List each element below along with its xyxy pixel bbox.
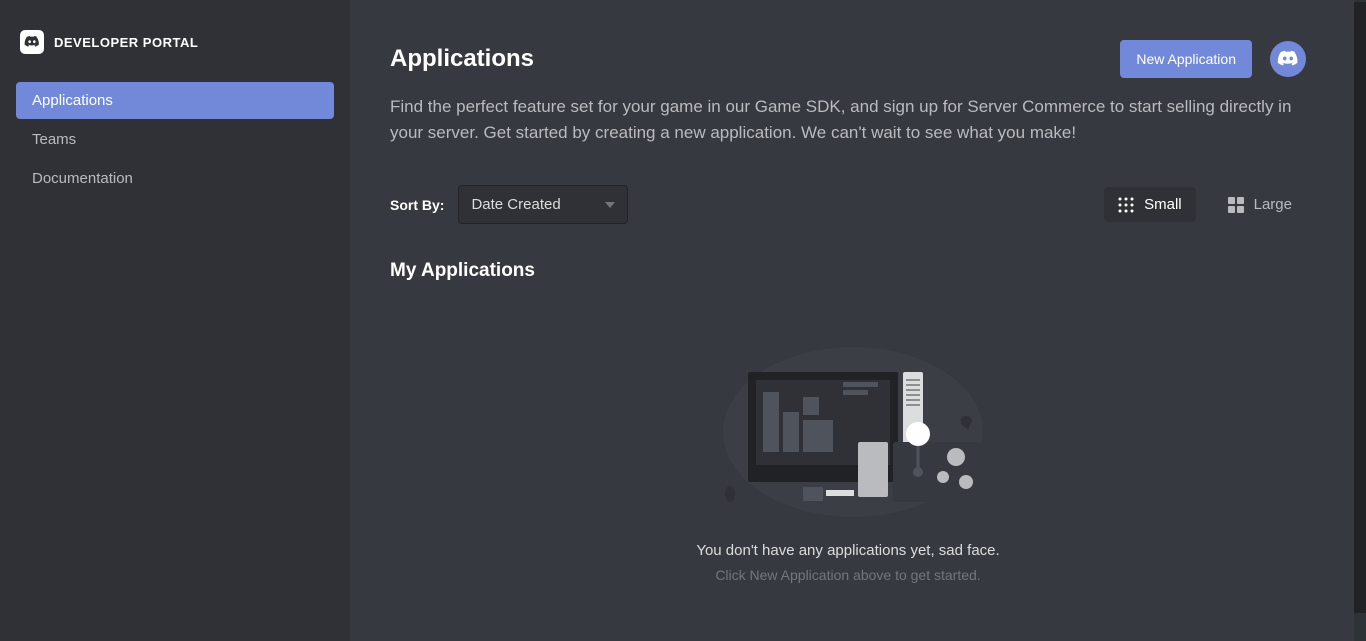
main-content: Applications New Application Find the pe… bbox=[350, 0, 1366, 641]
view-toggle: Small Large bbox=[1104, 187, 1306, 222]
sidebar-item-applications[interactable]: Applications bbox=[16, 82, 334, 119]
nav-label: Documentation bbox=[32, 170, 133, 187]
empty-state: You don't have any applications yet, sad… bbox=[390, 342, 1306, 583]
section-title: My Applications bbox=[390, 260, 1306, 282]
sort-group: Sort By: Date Created bbox=[390, 185, 628, 224]
empty-state-subtext: Click New Application above to get start… bbox=[390, 567, 1306, 583]
view-large-button[interactable]: Large bbox=[1214, 187, 1306, 222]
sidebar-item-documentation[interactable]: Documentation bbox=[16, 160, 334, 197]
sort-label: Sort By: bbox=[390, 197, 444, 213]
toggle-label: Large bbox=[1254, 196, 1292, 213]
new-application-button[interactable]: New Application bbox=[1120, 40, 1252, 78]
toggle-label: Small bbox=[1144, 196, 1182, 213]
chevron-down-icon bbox=[605, 202, 615, 208]
empty-state-text: You don't have any applications yet, sad… bbox=[390, 542, 1306, 559]
header-actions: New Application bbox=[1120, 40, 1306, 78]
view-small-button[interactable]: Small bbox=[1104, 187, 1196, 222]
nav-label: Applications bbox=[32, 92, 113, 109]
sort-select[interactable]: Date Created bbox=[458, 185, 628, 224]
discord-avatar-icon bbox=[1277, 48, 1299, 70]
grid-large-icon bbox=[1228, 197, 1244, 213]
scrollbar[interactable] bbox=[1354, 0, 1366, 641]
grid-small-icon bbox=[1118, 197, 1134, 213]
user-avatar[interactable] bbox=[1270, 41, 1306, 77]
discord-logo-icon bbox=[20, 30, 44, 54]
page-title: Applications bbox=[390, 45, 534, 73]
sidebar-item-teams[interactable]: Teams bbox=[16, 121, 334, 158]
empty-state-illustration bbox=[708, 342, 988, 522]
controls-row: Sort By: Date Created Small bbox=[390, 185, 1306, 224]
header-row: Applications New Application bbox=[390, 40, 1306, 78]
portal-header: DEVELOPER PORTAL bbox=[16, 30, 334, 54]
sidebar: DEVELOPER PORTAL Applications Teams Docu… bbox=[0, 0, 350, 641]
page-description: Find the perfect feature set for your ga… bbox=[390, 94, 1306, 145]
sort-value: Date Created bbox=[471, 196, 560, 213]
scrollbar-thumb[interactable] bbox=[1354, 2, 1366, 613]
portal-title: DEVELOPER PORTAL bbox=[54, 35, 198, 50]
nav-label: Teams bbox=[32, 131, 76, 148]
